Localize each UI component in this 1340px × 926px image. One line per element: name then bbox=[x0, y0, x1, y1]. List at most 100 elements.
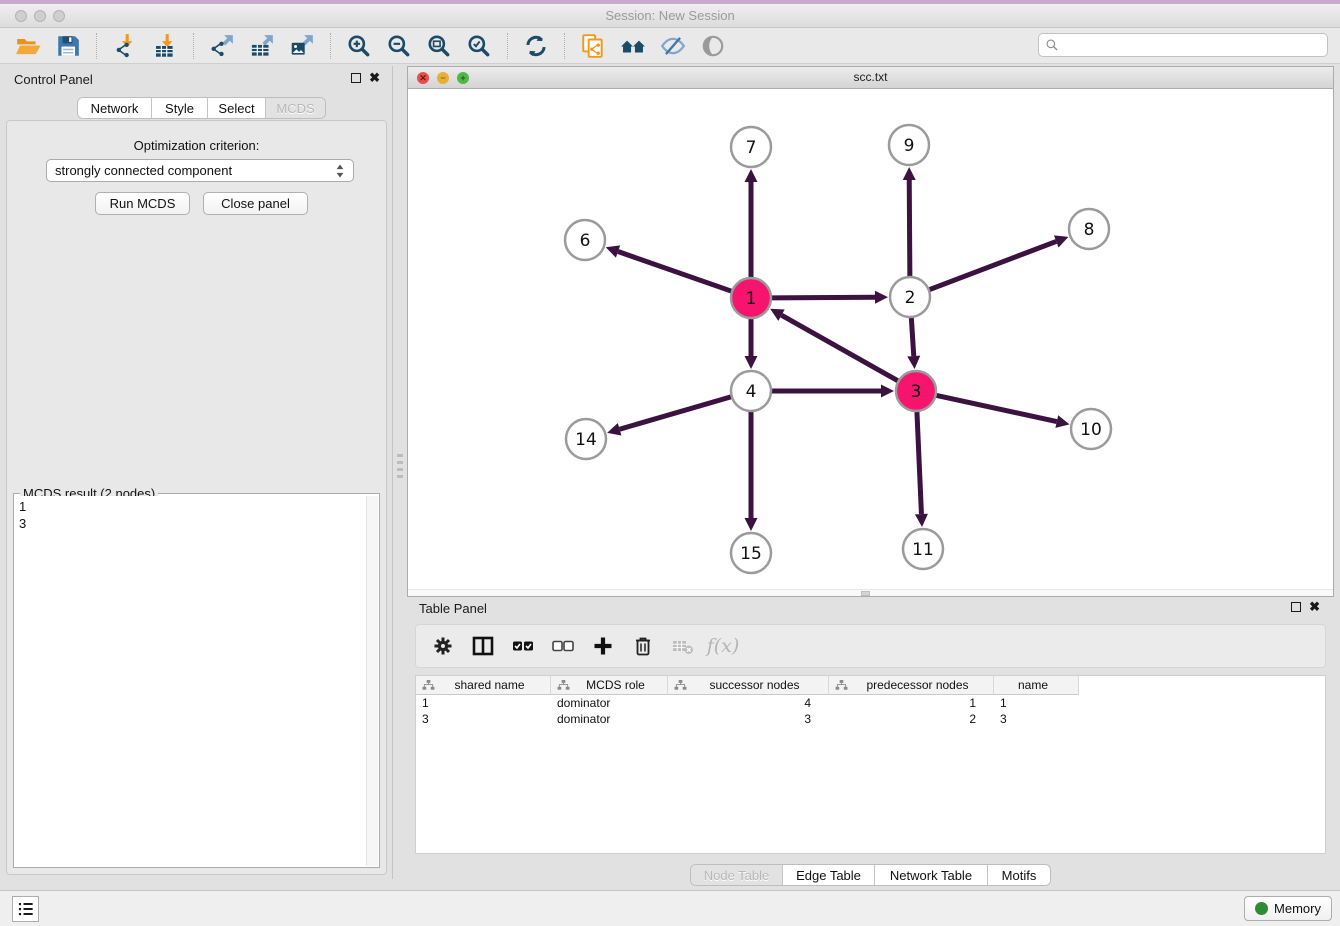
show-columns-icon bbox=[471, 634, 495, 658]
memory-button[interactable]: Memory bbox=[1244, 896, 1332, 921]
cell-successor-nodes[interactable]: 3 bbox=[668, 711, 829, 727]
table-row-2[interactable]: 3dominator323 bbox=[416, 711, 1325, 727]
toolbar-separator bbox=[193, 33, 194, 59]
close-panel-icon[interactable]: ✖ bbox=[369, 73, 380, 83]
cell-shared-name[interactable]: 1 bbox=[416, 695, 551, 711]
network-window-titlebar[interactable]: ✕ − + scc.txt bbox=[408, 67, 1333, 89]
cell-name[interactable]: 1 bbox=[994, 695, 1079, 711]
network-hscroll-handle[interactable] bbox=[861, 591, 870, 596]
edge-3-10[interactable] bbox=[937, 395, 1057, 421]
column-header-name[interactable]: name bbox=[994, 676, 1079, 695]
column-label: name bbox=[994, 678, 1078, 692]
mcds-result-scrollbar[interactable] bbox=[366, 496, 378, 866]
export-image-button[interactable] bbox=[282, 31, 322, 61]
tab-network-table[interactable]: Network Table bbox=[875, 865, 988, 885]
column-label: shared name bbox=[435, 678, 550, 692]
first-neighbors-home-button[interactable] bbox=[613, 31, 653, 61]
cell-shared-name[interactable]: 3 bbox=[416, 711, 551, 727]
network-canvas[interactable]: 7968124314101511 bbox=[408, 89, 1333, 589]
table-toolbar: f(x) bbox=[415, 624, 1326, 668]
arrowhead-1-4 bbox=[745, 356, 758, 369]
copy-network-button[interactable] bbox=[573, 31, 613, 61]
import-network-button[interactable] bbox=[105, 31, 145, 61]
mcds-result-text[interactable]: 1 3 bbox=[15, 496, 366, 866]
import-table-button[interactable] bbox=[145, 31, 185, 61]
graph-node-label-6: 6 bbox=[580, 231, 591, 251]
tab-node-table[interactable]: Node Table bbox=[691, 865, 783, 885]
column-header-successor-nodes[interactable]: successor nodes bbox=[668, 676, 829, 695]
network-hscrollbar[interactable] bbox=[408, 589, 1333, 596]
arrowhead-4-3 bbox=[881, 385, 894, 398]
cell-MCDS-role[interactable]: dominator bbox=[551, 695, 668, 711]
delete-trash-button[interactable] bbox=[628, 631, 658, 661]
zoom-fit-button[interactable] bbox=[419, 31, 459, 61]
edge-2-9[interactable] bbox=[909, 180, 910, 276]
cell-predecessor-nodes[interactable]: 1 bbox=[829, 695, 994, 711]
graph-node-label-7: 7 bbox=[746, 138, 757, 158]
run-mcds-button[interactable]: Run MCDS bbox=[95, 192, 190, 215]
add-plus-button[interactable] bbox=[588, 631, 618, 661]
tab-style[interactable]: Style bbox=[152, 98, 208, 118]
export-network-button[interactable] bbox=[202, 31, 242, 61]
task-history-button[interactable] bbox=[12, 896, 39, 922]
list-icon bbox=[16, 899, 36, 919]
select-all-checkboxes-button[interactable] bbox=[508, 631, 538, 661]
close-panel-button[interactable]: Close panel bbox=[203, 192, 308, 215]
save-session-button[interactable] bbox=[48, 31, 88, 61]
search-input[interactable] bbox=[1063, 38, 1321, 52]
table-row-1[interactable]: 1dominator411 bbox=[416, 695, 1325, 711]
hide-selection-eye-slash-button[interactable] bbox=[653, 31, 693, 61]
edge-1-6[interactable] bbox=[618, 252, 731, 292]
tab-edge-table[interactable]: Edge Table bbox=[783, 865, 875, 885]
column-header-predecessor-nodes[interactable]: predecessor nodes bbox=[829, 676, 994, 695]
column-header-MCDS-role[interactable]: MCDS role bbox=[551, 676, 668, 695]
edge-3-11[interactable] bbox=[917, 412, 922, 514]
deselect-all-checkboxes-button[interactable] bbox=[548, 631, 578, 661]
tab-select[interactable]: Select bbox=[208, 98, 266, 118]
cell-MCDS-role[interactable]: dominator bbox=[551, 711, 668, 727]
zoom-in-button[interactable] bbox=[339, 31, 379, 61]
table-settings-gear-button[interactable] bbox=[428, 631, 458, 661]
show-columns-button[interactable] bbox=[468, 631, 498, 661]
export-image-icon bbox=[289, 33, 315, 59]
close-table-panel-icon[interactable]: ✖ bbox=[1309, 602, 1320, 612]
criterion-dropdown[interactable]: strongly connected component bbox=[46, 159, 354, 182]
float-panel-icon[interactable] bbox=[351, 73, 361, 83]
optimization-criterion-label: Optimization criterion: bbox=[7, 138, 386, 153]
show-graphics-eye-button[interactable] bbox=[693, 31, 733, 61]
open-session-button[interactable] bbox=[8, 31, 48, 61]
cell-successor-nodes[interactable]: 4 bbox=[668, 695, 829, 711]
function-builder-fx-button: f(x) bbox=[708, 631, 738, 661]
tab-network[interactable]: Network bbox=[78, 98, 152, 118]
tab-motifs[interactable]: Motifs bbox=[988, 865, 1050, 885]
node-table: shared nameMCDS rolesuccessor nodesprede… bbox=[415, 675, 1326, 854]
column-header-shared-name[interactable]: shared name bbox=[416, 676, 551, 695]
cell-name[interactable]: 3 bbox=[994, 711, 1079, 727]
edge-4-14[interactable] bbox=[620, 397, 731, 429]
edge-2-3[interactable] bbox=[911, 318, 913, 356]
panel-splitter[interactable] bbox=[394, 66, 407, 879]
graph-node-label-3: 3 bbox=[911, 382, 922, 402]
main-toolbar bbox=[0, 28, 1340, 64]
export-table-icon bbox=[249, 33, 275, 59]
export-table-button[interactable] bbox=[242, 31, 282, 61]
zoom-out-button[interactable] bbox=[379, 31, 419, 61]
copy-network-icon bbox=[580, 33, 606, 59]
shared-column-icon bbox=[674, 680, 687, 691]
deselect-all-checkboxes-icon bbox=[551, 634, 575, 658]
cell-predecessor-nodes[interactable]: 2 bbox=[829, 711, 994, 727]
criterion-value: strongly connected component bbox=[55, 163, 232, 178]
edge-1-2[interactable] bbox=[772, 297, 875, 298]
edge-2-8[interactable] bbox=[930, 241, 1057, 289]
zoom-selected-button[interactable] bbox=[459, 31, 499, 61]
hide-selection-eye-slash-icon bbox=[660, 33, 686, 59]
apply-layout-refresh-button[interactable] bbox=[516, 31, 556, 61]
arrowhead-1-7 bbox=[745, 169, 758, 182]
edge-3-1[interactable] bbox=[781, 315, 897, 381]
search-box[interactable] bbox=[1038, 33, 1328, 57]
float-table-panel-icon[interactable] bbox=[1291, 602, 1301, 612]
table-panel-title: Table Panel bbox=[419, 601, 487, 616]
tab-mcds[interactable]: MCDS bbox=[266, 98, 325, 118]
titlebar: Session: New Session bbox=[0, 4, 1340, 28]
table-header-row: shared nameMCDS rolesuccessor nodesprede… bbox=[416, 676, 1325, 695]
